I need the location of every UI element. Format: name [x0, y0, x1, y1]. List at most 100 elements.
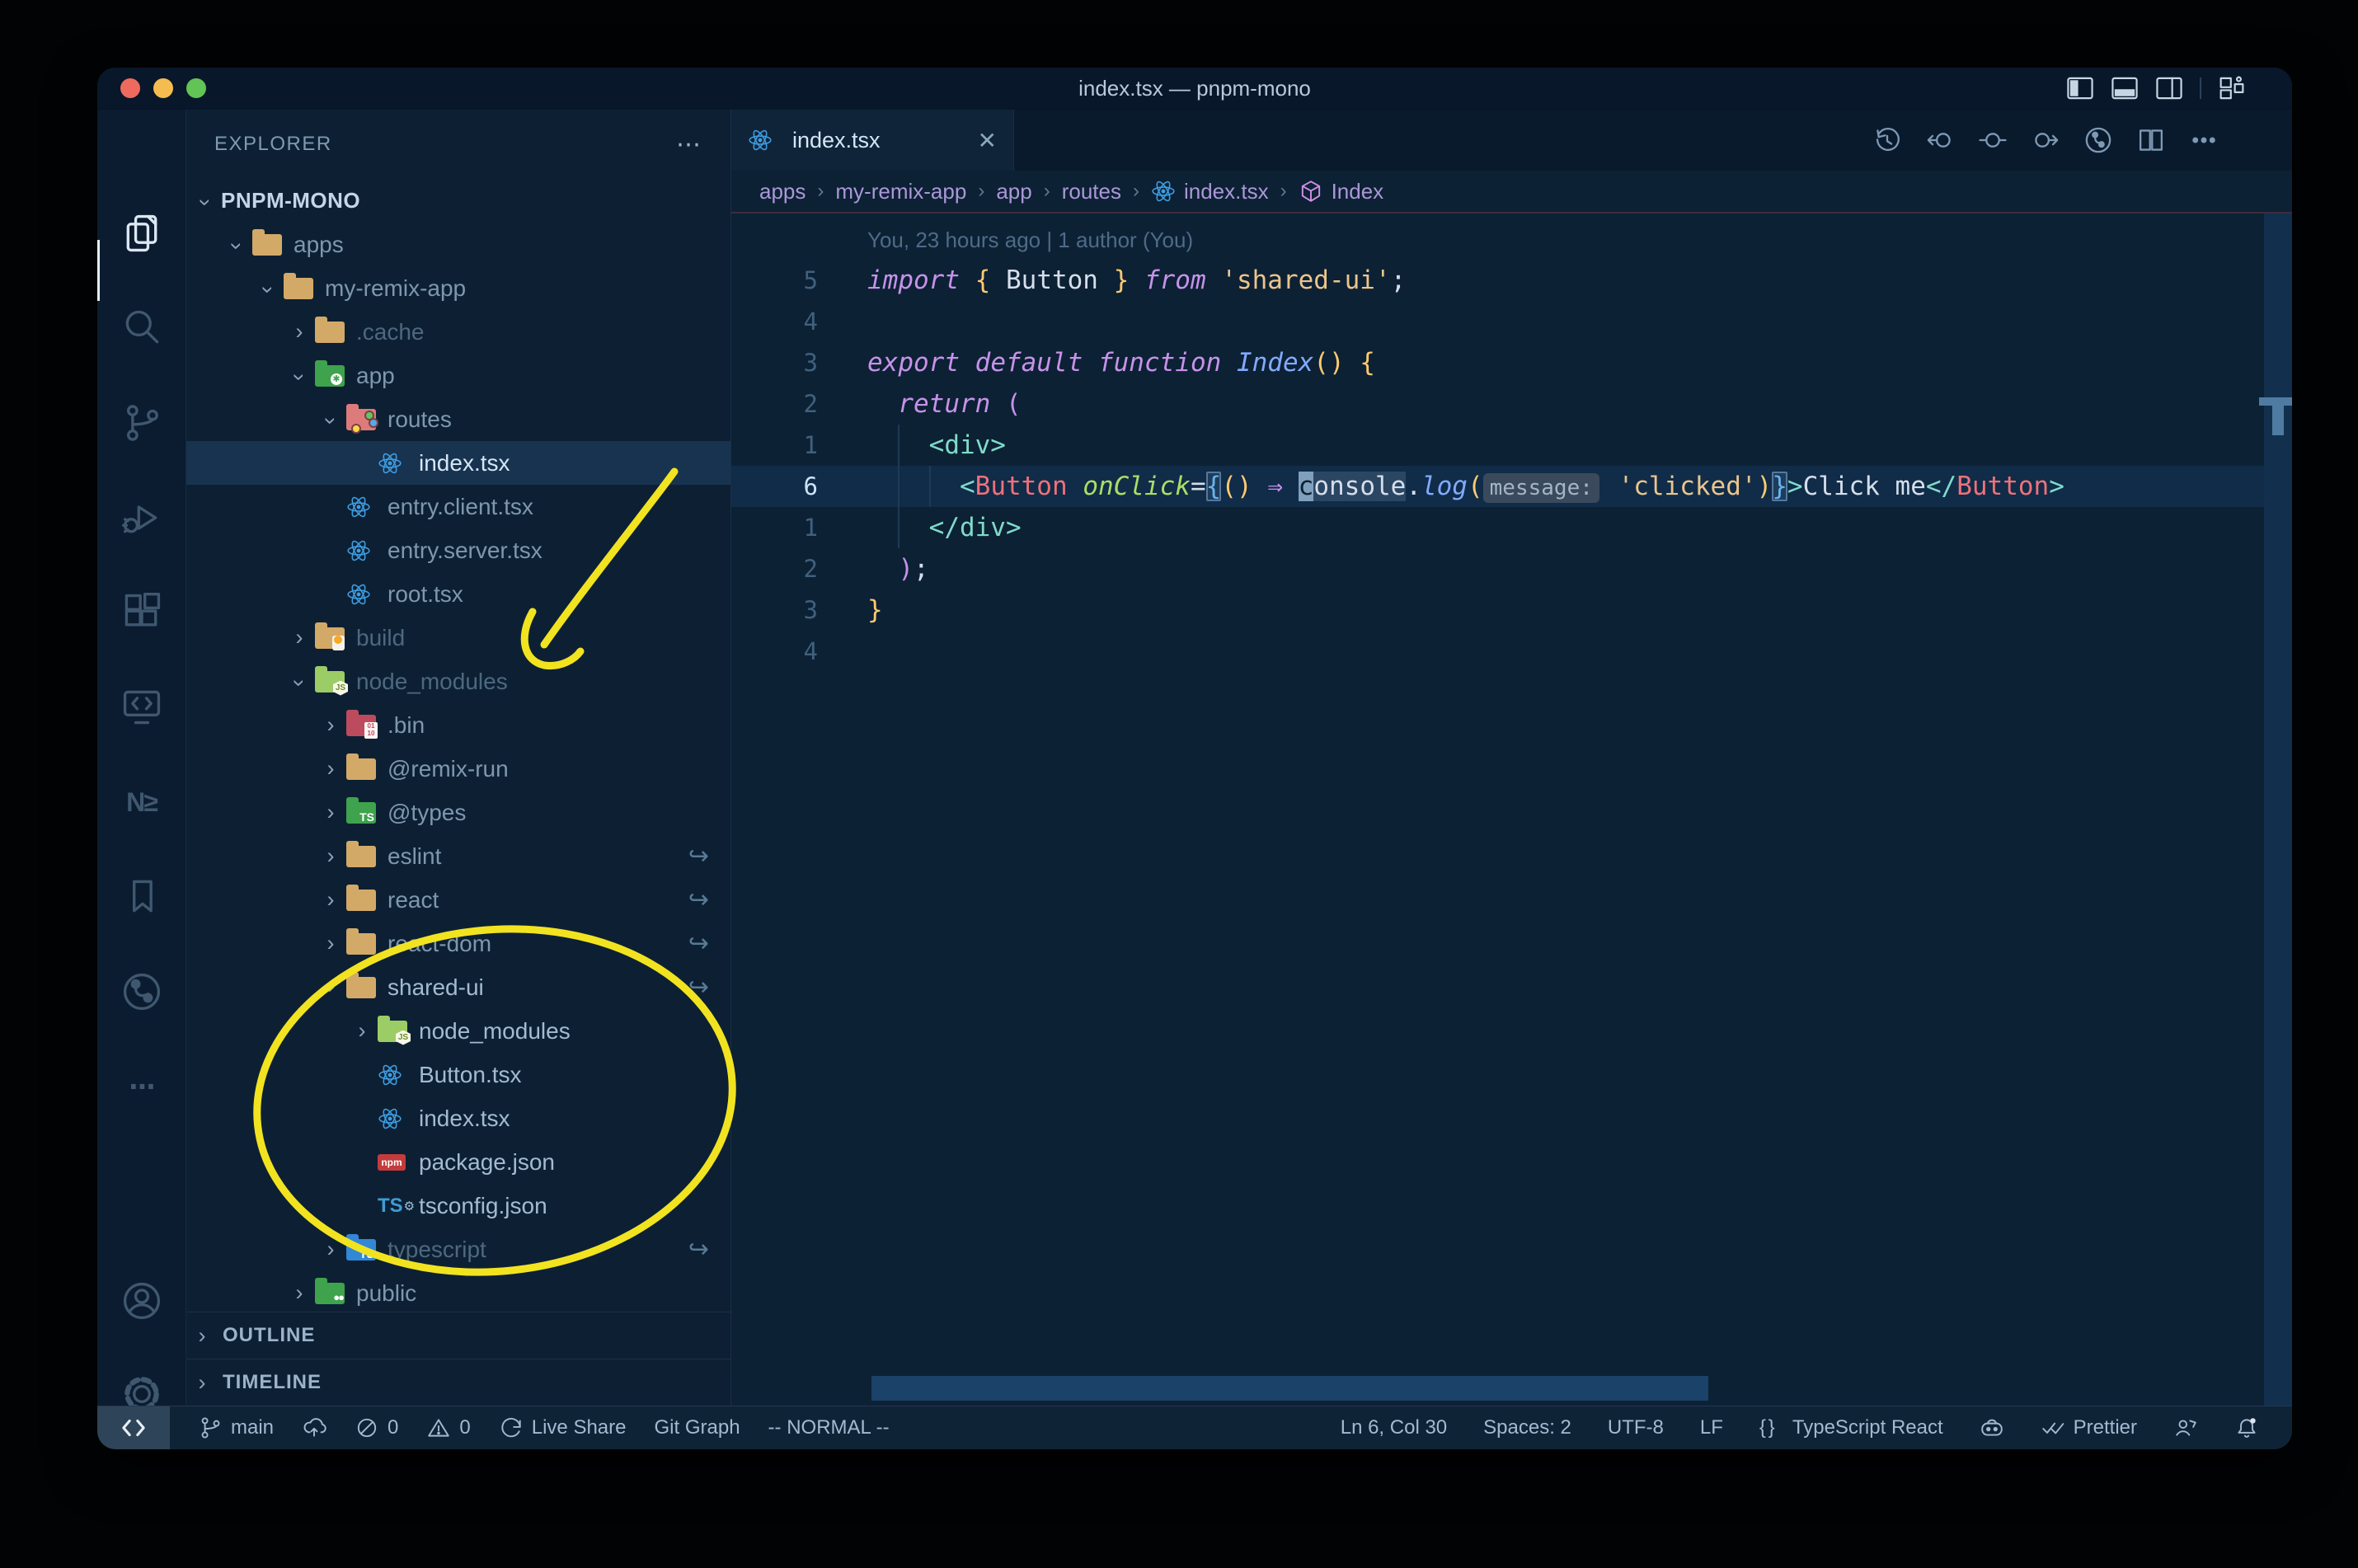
history-icon[interactable] [1872, 124, 1903, 156]
layout-panel-icon[interactable] [2111, 76, 2139, 101]
tab-close-icon[interactable]: ✕ [978, 127, 997, 154]
breadcrumb-apps[interactable]: apps [759, 179, 806, 204]
status-publish[interactable] [302, 1415, 326, 1440]
forward-circle-icon[interactable] [2030, 124, 2061, 156]
tree-item-typescript[interactable]: › TS typescript ↪ [186, 1228, 730, 1271]
status-language-mode[interactable]: { } TypeScript React [1759, 1415, 1943, 1440]
activity-account-icon[interactable] [97, 1264, 186, 1338]
tree-item-index-tsx[interactable]: ›index.tsx [186, 441, 730, 485]
breadcrumb-routes[interactable]: routes [1062, 179, 1121, 204]
activity-bookmarks-icon[interactable] [97, 860, 186, 934]
code-editor[interactable]: You, 23 hours ago | 1 author (You) 5 impo… [731, 214, 2292, 1406]
status-cursor-position[interactable]: Ln 6, Col 30 [1341, 1416, 1447, 1439]
chevron-closed-icon: › [295, 319, 303, 344]
section-timeline[interactable]: › TIMELINE [186, 1359, 730, 1406]
horizontal-scrollbar[interactable] [871, 1376, 1708, 1401]
status-feedback[interactable] [2173, 1415, 2198, 1440]
react-icon [346, 493, 383, 521]
activity-explorer-icon[interactable] [97, 196, 186, 270]
breadcrumb-app[interactable]: app [996, 179, 1031, 204]
tree-item--types[interactable]: › TS @types [186, 791, 730, 834]
layout-sidebar-right-icon[interactable] [2155, 76, 2183, 101]
layout-sidebar-left-icon[interactable] [2066, 76, 2094, 101]
status-eol[interactable]: LF [1700, 1416, 1723, 1439]
more-icon[interactable] [2188, 124, 2219, 156]
tree-item-pnpm-mono[interactable]: › PNPM-MONO [186, 179, 730, 223]
status-bar: main 0 0 Live Share Git Graph -- NORMAL -- Ln… [97, 1406, 2292, 1449]
status-warnings[interactable]: 0 [426, 1415, 471, 1440]
tree-item-react-dom[interactable]: › react-dom ↪ [186, 922, 730, 965]
code-line-2[interactable]: 2 return ( [731, 383, 2292, 425]
tree-item-app[interactable]: › ✱ app [186, 354, 730, 397]
section-outline[interactable]: › OUTLINE [186, 1312, 730, 1359]
code-line-6[interactable]: 6 <Button onClick={() ⇒ console.log(mess… [731, 466, 2292, 507]
tree-item-node-modules[interactable]: › JS node_modules [186, 1009, 730, 1053]
sidebar-more-actions-icon[interactable]: ⋯ [676, 130, 702, 159]
tree-item-index-tsx[interactable]: ›index.tsx [186, 1096, 730, 1140]
activity-remote-explorer-icon[interactable] [97, 670, 186, 744]
tree-item-package-json[interactable]: ›npmpackage.json [186, 1140, 730, 1184]
activity-search-icon[interactable] [97, 291, 186, 365]
status-notifications[interactable] [2234, 1415, 2259, 1440]
title-bar[interactable]: index.tsx — pnpm-mono [97, 68, 2292, 110]
split-editor-icon[interactable] [2135, 124, 2167, 156]
tree-item--bin[interactable]: › 01 10 .bin [186, 703, 730, 747]
tree-item--cache[interactable]: › .cache [186, 310, 730, 354]
status-encoding[interactable]: UTF-8 [1608, 1416, 1664, 1439]
code-line-1[interactable]: 1 <div> [731, 425, 2292, 466]
tree-item-entry-client-tsx[interactable]: ›entry.client.tsx [186, 485, 730, 528]
tree-item-tsconfig-json[interactable]: ›TS⚙tsconfig.json [186, 1184, 730, 1228]
tree-item-eslint[interactable]: › eslint ↪ [186, 834, 730, 878]
activity-more-views-icon[interactable]: ⋯ [97, 1049, 186, 1124]
code-line-3[interactable]: 3 export default function Index() { [731, 342, 2292, 383]
breadcrumb-index[interactable]: Index [1299, 179, 1383, 204]
activity-extensions-icon[interactable] [97, 575, 186, 650]
code-line-3[interactable]: 3} [731, 589, 2292, 631]
status-live-share[interactable]: Live Share [499, 1415, 627, 1440]
tree-item-my-remix-app[interactable]: › my-remix-app [186, 266, 730, 310]
breadcrumb-index-tsx[interactable]: index.tsx [1151, 179, 1269, 204]
traffic-light-minimize[interactable] [153, 78, 173, 98]
status-copilot[interactable] [1980, 1415, 2004, 1440]
overview-ruler[interactable] [2259, 214, 2292, 1406]
tab-index-tsx[interactable]: index.tsx ✕ [731, 110, 1014, 171]
status-formatter[interactable]: Prettier [2041, 1415, 2137, 1440]
status-indentation[interactable]: Spaces: 2 [1483, 1416, 1571, 1439]
line-number: 1 [803, 514, 818, 542]
code-line-1[interactable]: 1 </div> [731, 507, 2292, 548]
code-line-4[interactable]: 4 [731, 631, 2292, 672]
activity-run-debug-icon[interactable] [97, 481, 186, 555]
tree-item-node-modules[interactable]: › JS node_modules [186, 660, 730, 703]
code-line-5[interactable]: 5 import { Button } from 'shared-ui'; [731, 260, 2292, 301]
tree-item-label: apps [294, 231, 344, 257]
code-line-4[interactable]: 4 [731, 301, 2292, 342]
remote-indicator[interactable] [97, 1406, 170, 1449]
react-icon [346, 537, 383, 565]
git-graph-circle-icon[interactable] [2083, 124, 2114, 156]
tree-item-build[interactable]: › build [186, 616, 730, 660]
tree-item-button-tsx[interactable]: ›Button.tsx [186, 1053, 730, 1096]
tree-item-shared-ui[interactable]: › shared-ui ↪ [186, 965, 730, 1009]
tree-item--remix-run[interactable]: › @remix-run [186, 747, 730, 791]
tree-item-public[interactable]: › ●● public [186, 1271, 730, 1312]
status-branch[interactable]: main [198, 1415, 274, 1440]
tree-item-react[interactable]: › react ↪ [186, 878, 730, 922]
customize-layout-icon[interactable] [2218, 76, 2246, 101]
tree-item-apps[interactable]: › apps [186, 223, 730, 266]
status-git-graph[interactable]: Git Graph [655, 1416, 740, 1439]
tree-item-root-tsx[interactable]: ›root.tsx [186, 572, 730, 616]
traffic-light-close[interactable] [120, 78, 140, 98]
code-line-2[interactable]: 2 ); [731, 548, 2292, 589]
react-icon [378, 449, 414, 477]
activity-git-graph-icon[interactable] [97, 955, 186, 1029]
breadcrumb-my-remix-app[interactable]: my-remix-app [835, 179, 966, 204]
activity-source-control-icon[interactable] [97, 386, 186, 460]
activity-nx-console-icon[interactable]: N≥ [97, 765, 186, 839]
traffic-light-zoom[interactable] [186, 78, 206, 98]
tree-item-entry-server-tsx[interactable]: ›entry.server.tsx [186, 528, 730, 572]
dash-circle-icon[interactable] [1977, 124, 2008, 156]
status-errors[interactable]: 0 [355, 1415, 398, 1440]
back-circle-icon[interactable] [1924, 124, 1956, 156]
status-vim-mode[interactable]: -- NORMAL -- [768, 1416, 890, 1439]
tree-item-routes[interactable]: › routes [186, 397, 730, 441]
